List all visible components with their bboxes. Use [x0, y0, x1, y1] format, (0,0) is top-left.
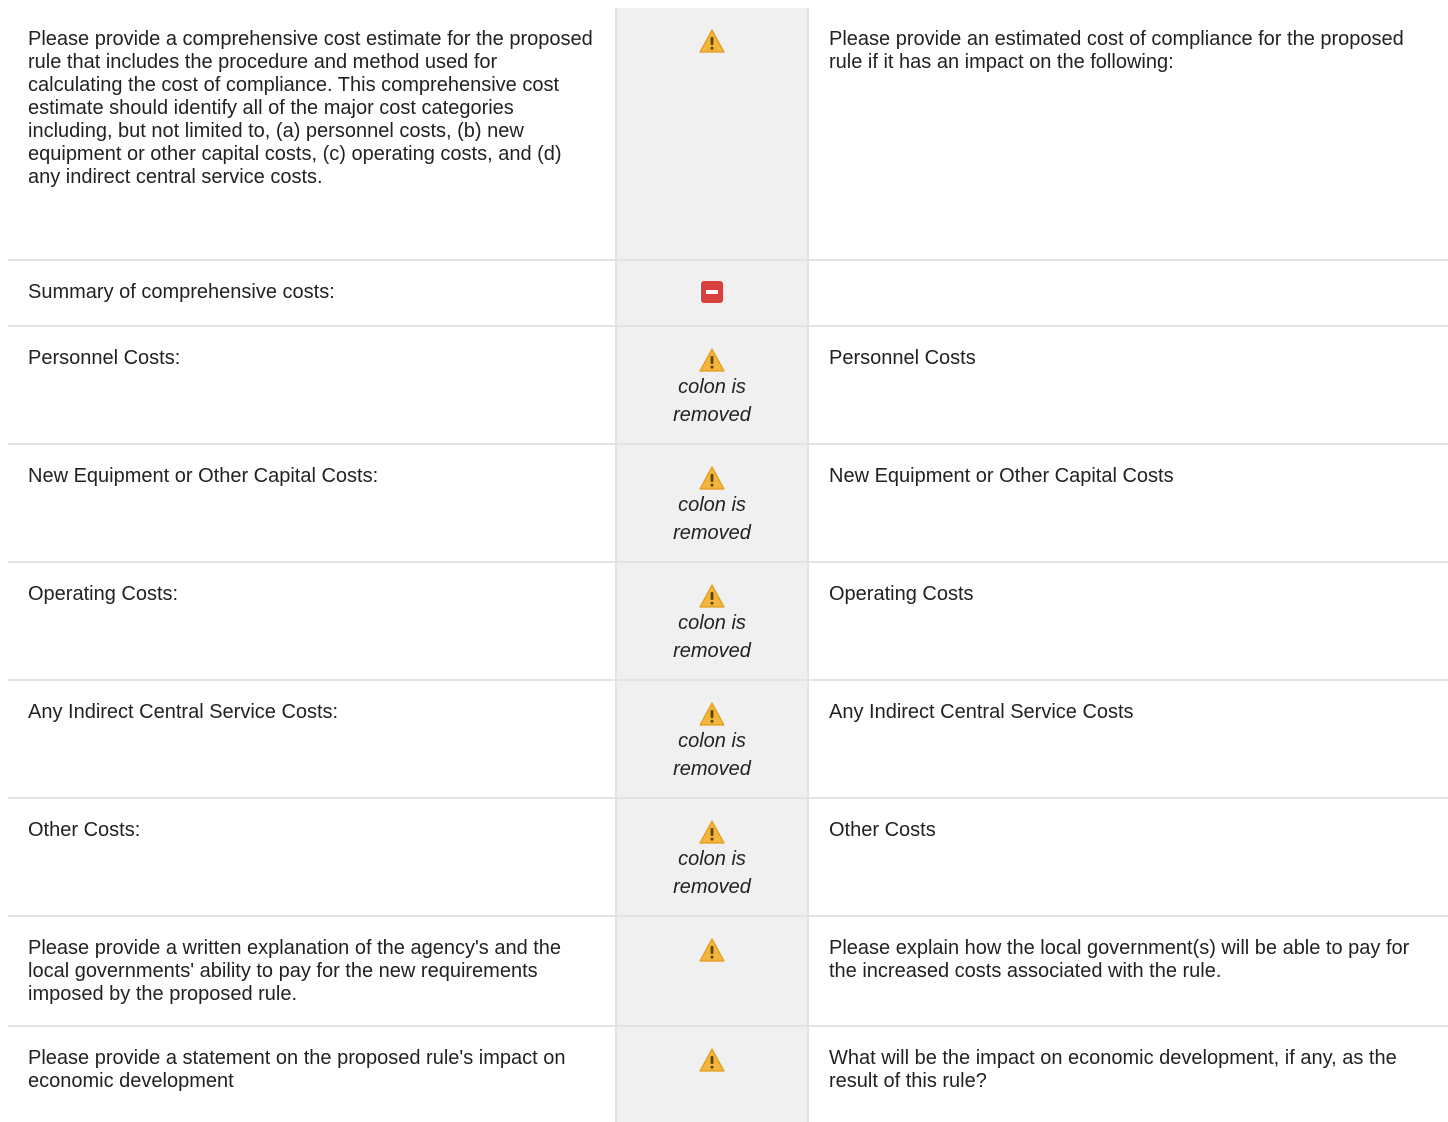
- table-row: Summary of comprehensive costs:: [8, 259, 1448, 326]
- warning-icon: [699, 29, 725, 53]
- original-text: Please provide a statement on the propos…: [8, 1025, 616, 1122]
- revised-text: Please explain how the local government(…: [808, 915, 1448, 1026]
- original-text: Summary of comprehensive costs:: [8, 259, 616, 326]
- table-row: Other Costs: colon is removed Other Cost…: [8, 797, 1448, 916]
- warning-icon: [699, 584, 725, 608]
- change-note: colon is removed: [673, 848, 751, 898]
- revised-text: New Equipment or Other Capital Costs: [808, 443, 1448, 562]
- revised-text: Any Indirect Central Service Costs: [808, 679, 1448, 798]
- revised-text: Please provide an estimated cost of comp…: [829, 28, 1404, 73]
- change-flag-cell: colon is removed: [615, 679, 809, 798]
- table-row: Any Indirect Central Service Costs: colo…: [8, 679, 1448, 798]
- table-row: New Equipment or Other Capital Costs: co…: [8, 443, 1448, 562]
- original-text: Any Indirect Central Service Costs:: [8, 679, 616, 798]
- original-text: New Equipment or Other Capital Costs:: [8, 443, 616, 562]
- removed-icon: [701, 281, 723, 303]
- warning-icon: [699, 820, 725, 844]
- revised-text: [808, 259, 1448, 326]
- original-text: Operating Costs:: [8, 561, 616, 680]
- warning-icon: [699, 702, 725, 726]
- revised-text: Other Costs: [808, 797, 1448, 916]
- change-flag-cell: colon is removed: [615, 325, 809, 444]
- table-row: Operating Costs: colon is removed Operat…: [8, 561, 1448, 680]
- change-flag-cell: [615, 1025, 809, 1122]
- revised-text: What will be the impact on economic deve…: [808, 1025, 1448, 1122]
- table-row: Please provide a statement on the propos…: [8, 1025, 1448, 1122]
- change-note: colon is removed: [673, 730, 751, 780]
- revised-text: Personnel Costs: [808, 325, 1448, 444]
- table-row: Personnel Costs: colon is removed Person…: [8, 325, 1448, 444]
- change-flag-cell: colon is removed: [615, 561, 809, 680]
- change-flag-cell: [615, 915, 809, 1026]
- original-text: Please provide a written explanation of …: [8, 915, 616, 1026]
- warning-icon: [699, 1048, 725, 1072]
- warning-icon: [699, 348, 725, 372]
- change-flag-cell: colon is removed: [615, 443, 809, 562]
- table-row: Please provide a comprehensive cost esti…: [8, 8, 1448, 260]
- warning-icon: [699, 938, 725, 962]
- revised-text: Operating Costs: [808, 561, 1448, 680]
- change-flag-cell: [615, 259, 809, 326]
- change-note: colon is removed: [673, 612, 751, 662]
- change-flag-cell: colon is removed: [615, 797, 809, 916]
- original-text: Other Costs:: [8, 797, 616, 916]
- change-note: colon is removed: [673, 376, 751, 426]
- original-text: Please provide a comprehensive cost esti…: [28, 28, 593, 188]
- original-text: Personnel Costs:: [8, 325, 616, 444]
- comparison-table: Please provide a comprehensive cost esti…: [8, 8, 1448, 1122]
- table-row: Please provide a written explanation of …: [8, 915, 1448, 1026]
- change-note: colon is removed: [673, 494, 751, 544]
- warning-icon: [699, 466, 725, 490]
- change-flag-cell: [615, 8, 809, 260]
